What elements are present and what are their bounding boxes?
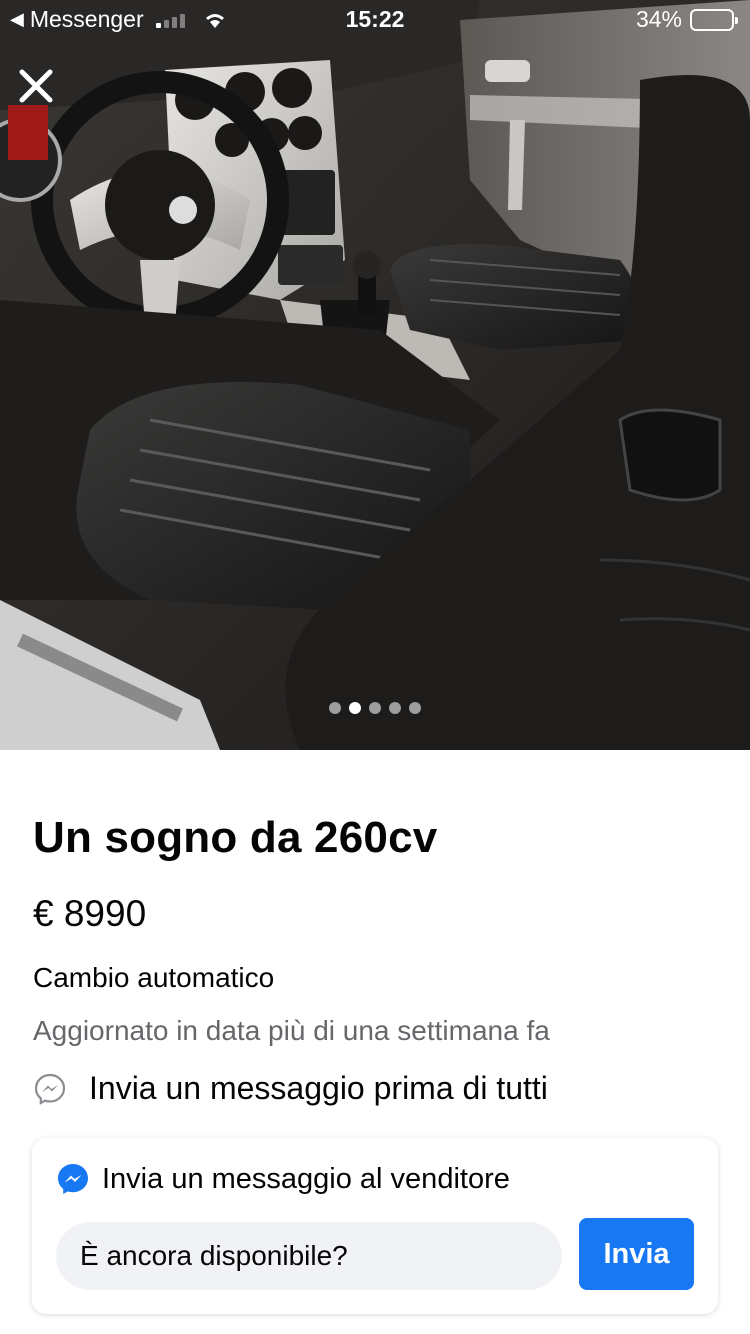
messenger-icon: [58, 1164, 88, 1194]
message-seller-title: Invia un messaggio al venditore: [102, 1162, 510, 1195]
send-button[interactable]: Invia: [579, 1218, 694, 1290]
listing-updated: Aggiornato in data più di una settimana …: [33, 1015, 550, 1046]
message-input[interactable]: È ancora disponibile?: [56, 1222, 562, 1290]
listing-price: € 8990: [33, 893, 147, 934]
listing-attribute: Cambio automatico: [33, 962, 275, 993]
close-icon[interactable]: [14, 64, 58, 108]
listing-photo[interactable]: [0, 0, 750, 750]
battery-percentage: 34%: [635, 6, 682, 32]
message-seller-header: Invia un messaggio al venditore: [56, 1162, 510, 1196]
message-seller-card: Invia un messaggio al venditore È ancora…: [32, 1138, 718, 1314]
car-interior-image: [0, 0, 750, 750]
battery-icon: [690, 8, 738, 31]
listing-title: Un sogno da 260cv: [33, 813, 438, 862]
pager-dot[interactable]: [389, 702, 401, 714]
pager-dot[interactable]: [409, 702, 421, 714]
first-message-label: Invia un messaggio prima di tutti: [89, 1070, 548, 1106]
status-bar: ◀ Messenger 15:22 34%: [0, 0, 750, 40]
messenger-outline-icon: [34, 1073, 66, 1105]
pager-dot-active[interactable]: [349, 702, 361, 714]
photo-pager-dots[interactable]: [0, 702, 750, 714]
pager-dot[interactable]: [329, 702, 341, 714]
first-message-prompt: Invia un messaggio prima di tutti: [33, 1070, 548, 1107]
pager-dot[interactable]: [369, 702, 381, 714]
battery-status: 34%: [635, 6, 738, 33]
